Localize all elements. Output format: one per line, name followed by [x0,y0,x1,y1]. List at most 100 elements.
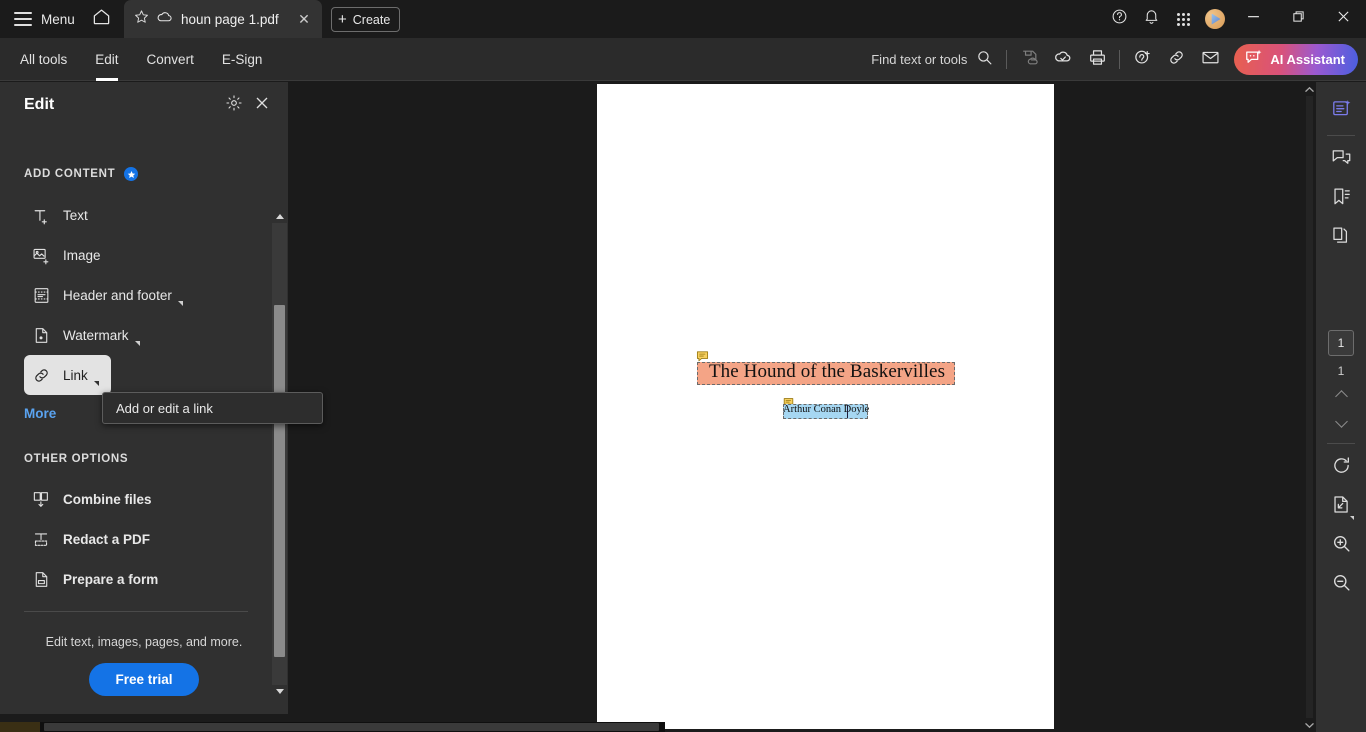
notifications-button[interactable] [1135,0,1167,38]
chevron-down-icon[interactable] [93,381,99,386]
print-icon [1088,48,1107,72]
horizontal-scrollbar[interactable] [40,722,665,732]
more-link[interactable]: More [24,406,56,421]
document-scrollbar[interactable] [1303,82,1316,732]
rotate-icon [1331,455,1352,481]
header-footer-label: Header and footer [63,287,172,303]
panel-settings-button[interactable] [220,91,248,119]
chevron-down-icon[interactable] [177,301,183,306]
add-text-item[interactable]: Text [24,195,96,235]
zoom-out-button[interactable] [1324,568,1358,602]
scrollbar-track[interactable] [1306,96,1313,718]
prepare-form-label: Prepare a form [63,571,159,587]
page-number-input[interactable]: 1 [1328,330,1354,356]
fit-page-button[interactable] [1324,490,1358,524]
restore-button[interactable] [1276,0,1321,38]
add-stamp-button[interactable] [1125,38,1159,81]
ai-summary-icon [1331,98,1352,124]
cloud-sync-icon [1053,47,1073,72]
tab-close-icon[interactable]: ✕ [294,9,314,29]
link-toolbar-button[interactable] [1159,38,1193,81]
scrollbar-thumb[interactable] [44,723,659,731]
gear-icon [225,94,243,117]
next-page-button[interactable] [1326,410,1356,436]
fit-page-icon [1331,494,1354,520]
scroll-up-button[interactable] [1303,82,1316,96]
panel-scrollbar[interactable] [272,210,287,698]
tab-filename: houn page 1.pdf [181,11,279,27]
window-close-button[interactable] [1321,0,1366,38]
adobe-acrobat-window: Menu houn page 1.pdf ✕ + Create All tool… [0,0,1366,732]
redact-icon [30,530,52,549]
panel-close-button[interactable] [248,91,276,119]
link-item[interactable]: Link [24,355,111,395]
document-title-text[interactable]: The Hound of the Baskervilles [699,361,955,383]
account-button[interactable] [1199,0,1231,38]
zoom-in-icon [1331,533,1352,559]
help-button[interactable] [1103,0,1135,38]
add-content-header: ADD CONTENT [0,167,272,181]
redact-pdf-item[interactable]: Redact a PDF [24,519,158,559]
prepare-form-item[interactable]: Prepare a form [24,559,166,599]
create-button[interactable]: + Create [331,7,401,32]
save-button[interactable] [1012,38,1046,81]
mail-button[interactable] [1193,38,1227,81]
cloud-sync-button[interactable] [1046,38,1080,81]
ai-summary-button[interactable] [1324,94,1358,128]
star-icon[interactable] [134,9,149,29]
rail-divider [1327,135,1355,136]
hamburger-icon [14,12,32,26]
document-tab[interactable]: houn page 1.pdf ✕ [124,0,322,38]
print-button[interactable] [1080,38,1114,81]
other-options-label: OTHER OPTIONS [24,453,129,465]
chevron-down-icon[interactable] [134,341,140,346]
tab-edit[interactable]: Edit [81,38,132,81]
find-label: Find text or tools [871,52,968,67]
combine-files-icon [30,490,52,509]
mail-icon [1201,48,1220,72]
comments-button[interactable] [1324,143,1358,177]
previous-page-button[interactable] [1326,381,1356,407]
watermark-item[interactable]: Watermark [24,315,148,355]
star-badge-icon [124,167,139,181]
rotate-button[interactable] [1324,451,1358,485]
minimize-button[interactable] [1231,0,1276,38]
document-author-text[interactable]: Arthur Conan Doyle [783,404,869,415]
tab-e-sign[interactable]: E-Sign [208,38,277,81]
scroll-up-button[interactable] [272,210,287,223]
find-button[interactable]: Find text or tools [871,49,993,71]
chevron-down-icon[interactable] [1349,516,1354,520]
other-options-header: OTHER OPTIONS [0,453,272,465]
divider [1119,50,1121,69]
bell-icon [1143,8,1160,30]
ai-assistant-button[interactable]: AI Assistant [1234,44,1358,75]
bookmarks-icon [1331,186,1352,212]
zoom-in-button[interactable] [1324,529,1358,563]
menubar-right-group: Find text or tools AI Assistant [871,38,1358,81]
watermark-icon [30,326,52,345]
add-image-item[interactable]: Image [24,235,109,275]
add-text-label: Text [63,207,88,223]
link-icon [30,366,52,385]
add-stamp-icon [1133,48,1152,72]
scrollbar-thumb[interactable] [274,305,285,657]
header-footer-item[interactable]: Header and footer [24,275,191,315]
close-icon [255,96,269,115]
apps-button[interactable] [1167,0,1199,38]
combine-files-item[interactable]: Combine files [24,479,160,519]
titlebar-right-group [1103,0,1366,38]
panel-divider [24,611,248,612]
free-trial-button[interactable]: Free trial [89,663,199,696]
tab-all-tools[interactable]: All tools [6,38,81,81]
bookmarks-button[interactable] [1324,182,1358,216]
chevron-down-icon [1305,716,1314,732]
home-button[interactable] [85,0,119,38]
page-thumbnails-button[interactable] [1324,221,1358,255]
comments-icon [1331,147,1352,173]
link-label: Link [63,367,88,383]
tab-convert[interactable]: Convert [133,38,208,81]
save-icon [1020,48,1039,72]
menu-label: Menu [41,11,75,27]
menu-button[interactable]: Menu [0,0,85,38]
scroll-down-button[interactable] [1303,718,1316,732]
